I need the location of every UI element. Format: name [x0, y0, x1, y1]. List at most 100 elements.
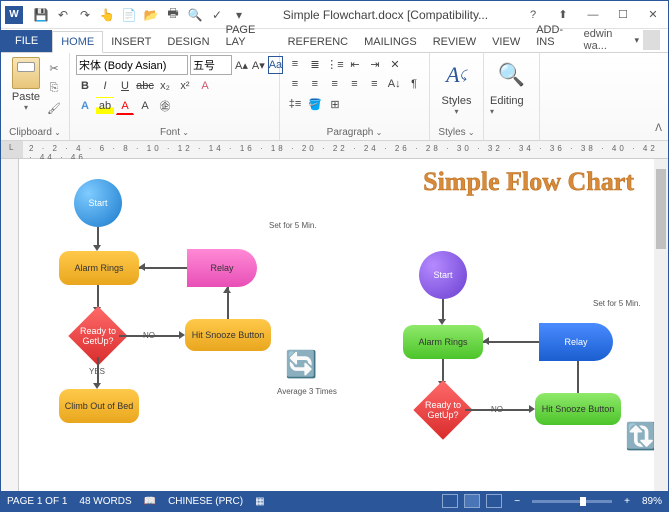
proofing-icon[interactable]: 📖	[144, 496, 156, 507]
paste-label: Paste	[7, 91, 45, 103]
styles-button-label[interactable]: Styles	[436, 95, 477, 107]
superscript-button[interactable]: x²	[176, 77, 194, 95]
status-language[interactable]: CHINESE (PRC)	[168, 496, 243, 507]
asian-layout-icon[interactable]: ✕	[386, 55, 404, 73]
shape-relay-left[interactable]: Relay	[187, 249, 257, 287]
read-mode-icon[interactable]	[442, 494, 458, 508]
cut-icon[interactable]: ✂	[45, 59, 63, 77]
shape-relay-right[interactable]: Relay	[539, 323, 613, 361]
editing-button-label[interactable]: Editing	[490, 95, 533, 107]
zoom-out-icon[interactable]: −	[514, 496, 520, 507]
align-left-icon[interactable]: ≡	[286, 75, 304, 93]
shape-ready-right[interactable]: Ready to GetUp?	[413, 380, 472, 439]
print-layout-icon[interactable]	[464, 494, 480, 508]
sort-icon[interactable]: A↓	[385, 75, 403, 93]
shape-snooze-left[interactable]: Hit Snooze Button	[185, 319, 271, 351]
tab-insert[interactable]: INSERT	[103, 32, 159, 52]
italic-button[interactable]: I	[96, 77, 114, 95]
font-color-icon[interactable]: A	[116, 97, 134, 115]
increase-indent-icon[interactable]: ⇥	[366, 55, 384, 73]
styles-icon[interactable]: A⤹	[439, 57, 475, 93]
shape-alarm-left[interactable]: Alarm Rings	[59, 251, 139, 285]
vertical-scrollbar[interactable]	[654, 159, 668, 491]
shape-climb-left[interactable]: Climb Out of Bed	[59, 389, 139, 423]
vertical-ruler[interactable]	[1, 159, 19, 491]
copy-icon[interactable]: ⎘	[45, 79, 63, 97]
bold-button[interactable]: B	[76, 77, 94, 95]
group-label-styles: Styles	[436, 125, 477, 140]
bullets-icon[interactable]: ≡	[286, 55, 304, 73]
close-icon[interactable]: ✕	[638, 3, 668, 27]
arrowhead-icon	[223, 287, 231, 293]
macro-icon[interactable]: ▦	[255, 496, 264, 507]
status-words[interactable]: 48 WORDS	[79, 496, 131, 507]
label-set5-left: Set for 5 Min.	[269, 221, 317, 230]
align-right-icon[interactable]: ≡	[326, 75, 344, 93]
character-shading-icon[interactable]: A	[136, 97, 154, 115]
tab-file[interactable]: FILE	[1, 30, 52, 52]
subscript-button[interactable]: x₂	[156, 77, 174, 95]
shading-icon[interactable]: 🪣	[306, 95, 324, 113]
ribbon: Paste ▾ ✂ ⎘ 🖌 Clipboard A▴ A▾ Aa B I U	[1, 53, 668, 141]
paste-button[interactable]: Paste ▾	[7, 55, 45, 117]
maximize-icon[interactable]: ☐	[608, 3, 638, 27]
shape-alarm-right[interactable]: Alarm Rings	[403, 325, 483, 359]
status-page[interactable]: PAGE 1 OF 1	[7, 496, 67, 507]
new-doc-icon[interactable]: 📄	[119, 5, 139, 25]
shape-start-left[interactable]: Start	[74, 179, 122, 227]
tab-mailings[interactable]: MAILINGS	[356, 32, 425, 52]
justify-icon[interactable]: ≡	[346, 75, 364, 93]
save-icon[interactable]: 💾	[31, 5, 51, 25]
tab-view[interactable]: VIEW	[484, 32, 528, 52]
tab-page-layout[interactable]: PAGE LAY	[218, 20, 280, 52]
show-marks-icon[interactable]: ¶	[405, 75, 423, 93]
underline-button[interactable]: U	[116, 77, 134, 95]
format-painter-icon[interactable]: 🖌	[45, 99, 63, 117]
shrink-font-icon[interactable]: A▾	[251, 56, 266, 74]
multilevel-icon[interactable]: ⋮≡	[326, 55, 344, 73]
grow-font-icon[interactable]: A▴	[234, 56, 249, 74]
tab-references[interactable]: REFERENC	[280, 32, 357, 52]
zoom-in-icon[interactable]: +	[624, 496, 630, 507]
zoom-slider[interactable]	[532, 500, 612, 503]
touch-mode-icon[interactable]: 👆	[97, 5, 117, 25]
tab-home[interactable]: HOME	[52, 31, 103, 53]
tab-addins[interactable]: ADD-INS	[528, 20, 583, 52]
font-name-select[interactable]	[76, 55, 188, 75]
group-clipboard: Paste ▾ ✂ ⎘ 🖌 Clipboard	[1, 53, 70, 140]
align-center-icon[interactable]: ≡	[306, 75, 324, 93]
font-size-select[interactable]	[190, 55, 232, 75]
distributed-icon[interactable]: ≡	[365, 75, 383, 93]
redo-icon[interactable]: ↷	[75, 5, 95, 25]
line-spacing-icon[interactable]: ‡≡	[286, 95, 304, 113]
decrease-indent-icon[interactable]: ⇤	[346, 55, 364, 73]
enclose-characters-icon[interactable]: ㊭	[156, 97, 174, 115]
highlight-icon[interactable]: ab	[96, 97, 114, 115]
tab-review[interactable]: REVIEW	[425, 32, 484, 52]
numbering-icon[interactable]: ≣	[306, 55, 324, 73]
print-preview-icon[interactable]: 🔍	[185, 5, 205, 25]
paste-icon	[12, 57, 40, 89]
text-effects-icon[interactable]: A	[76, 97, 94, 115]
clear-formatting-icon[interactable]: A	[196, 77, 214, 95]
horizontal-ruler[interactable]: L 2 · 2 · 4 · 6 · 8 · 10 · 12 · 14 · 16 …	[1, 141, 668, 159]
document-canvas[interactable]: Simple Flow Chart Start Alarm Rings Rela…	[19, 159, 654, 491]
open-icon[interactable]: 📂	[141, 5, 161, 25]
shape-start-right[interactable]: Start	[419, 251, 467, 299]
web-layout-icon[interactable]	[486, 494, 502, 508]
word-icon: W	[5, 6, 23, 24]
shape-snooze-right[interactable]: Hit Snooze Button	[535, 393, 621, 425]
quick-print-icon[interactable]: 🖶	[163, 5, 183, 25]
group-styles: A⤹ Styles ▾ Styles	[430, 53, 484, 140]
user-area[interactable]: edwin wa... ▾	[584, 28, 668, 52]
collapse-ribbon-icon[interactable]: ᐱ	[655, 53, 668, 140]
scroll-thumb[interactable]	[656, 169, 666, 249]
strikethrough-button[interactable]: abc	[136, 77, 154, 95]
view-buttons	[442, 494, 502, 508]
undo-icon[interactable]: ↶	[53, 5, 73, 25]
user-name: edwin wa...	[584, 28, 631, 52]
find-icon[interactable]: 🔍	[494, 57, 530, 93]
borders-icon[interactable]: ⊞	[326, 95, 344, 113]
zoom-level[interactable]: 89%	[642, 496, 662, 507]
tab-design[interactable]: DESIGN	[159, 32, 217, 52]
